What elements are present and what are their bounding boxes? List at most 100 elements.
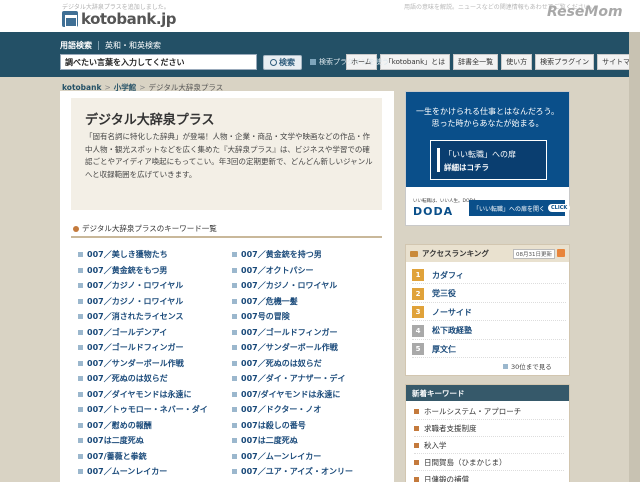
keyword-link[interactable]: 007／黄金銃を持つ男 — [232, 247, 384, 263]
keyword-label: 007／サンダーボール作戦 — [87, 358, 184, 368]
keyword-link[interactable]: 007／ユア・アイズ・オンリー — [232, 464, 384, 480]
keyword-link[interactable]: 007／オクトパシー — [232, 263, 384, 279]
keyword-link[interactable]: 007/薔薇と拳銃 — [78, 449, 232, 465]
ranking-item[interactable]: 3 ノーサイド — [412, 304, 566, 321]
rank-number-badge: 4 — [412, 324, 424, 337]
ranking-item[interactable]: 1 カダフィ — [412, 267, 566, 284]
arrow-icon — [232, 360, 237, 366]
arrow-icon — [232, 329, 237, 335]
keyword-link[interactable]: 007／ダイ・アナザー・デイ — [232, 371, 384, 387]
keyword-link[interactable]: 007／カジノ・ロワイヤル — [78, 294, 232, 310]
keyword-link[interactable]: 007／死ぬのは奴らだ — [232, 356, 384, 372]
arrow-icon — [232, 438, 237, 444]
search-plugin-link[interactable]: 検索プラグインを使う — [310, 57, 389, 67]
new-keyword-label: 秋入学 — [424, 440, 447, 450]
keyword-label: 007／カジノ・ロワイヤル — [87, 296, 184, 306]
arrow-icon — [78, 438, 83, 444]
keyword-link[interactable]: 007／ゴールドフィンガー — [232, 325, 384, 341]
search-row: 検索 検索プラグインを使う — [60, 54, 389, 70]
ranking-item-label: ノーサイド — [432, 307, 472, 317]
rank-number-badge: 5 — [412, 343, 424, 355]
ad-cta-detail: 詳細はコチラ — [444, 163, 489, 172]
ranking-item[interactable]: 5 厚文仁 — [412, 341, 566, 358]
ad-open-button[interactable]: 「いい転職」への扉を開く CLICK — [469, 200, 571, 216]
search-button[interactable]: 検索 — [263, 54, 302, 70]
keyword-label: 007／ムーンレイカー — [87, 467, 168, 477]
keyword-label: 007号の冒険 — [241, 312, 290, 322]
keyword-link[interactable]: 007／慰めの報酬 — [78, 418, 232, 434]
ad-open-button-label: 「いい転職」への扉を開く — [473, 205, 546, 213]
new-keyword-label: 日間賀島（ひまかじま） — [424, 457, 507, 467]
nav-link-about[interactable]: 「kotobank」とは — [379, 54, 451, 70]
rank-number-badge: 1 — [412, 269, 424, 281]
keyword-list: 007／美しき獲物たち 007／黄金銃を持つ男 007／黄金銃をもつ男 007／オクト… — [78, 247, 384, 482]
intro-box: デジタル大辞泉プラス 「固有名詞に特化した辞典」が登場！人物・企業・商品・文学や… — [71, 98, 382, 210]
new-keyword-item[interactable]: 求職者支援制度 — [414, 420, 564, 437]
ranking-title: アクセスランキング — [422, 249, 489, 258]
keyword-label: 007／カジノ・ロワイヤル — [87, 281, 184, 291]
keyword-link[interactable]: 007は二度死ぬ — [78, 433, 232, 449]
arrow-icon — [78, 469, 83, 475]
rank-number-badge: 2 — [412, 287, 424, 300]
keyword-link[interactable]: 007／消されたライセンス — [78, 309, 232, 325]
keyword-link[interactable]: 007／カジノ・ロワイヤル — [232, 278, 384, 294]
arrow-icon — [78, 391, 83, 397]
tab-term-search[interactable]: 用語検索 — [60, 40, 92, 51]
keyword-link[interactable]: 007／ドクター・ノオ — [232, 402, 384, 418]
ranking-item[interactable]: 4 松下政経塾 — [412, 323, 566, 340]
keyword-link[interactable]: 007/ダイヤモンドは永遠に — [232, 387, 384, 403]
keyword-link[interactable]: 007／ゴールデンアイ — [78, 325, 232, 341]
keyword-link[interactable]: 007は殺しの番号 — [232, 418, 384, 434]
ranking-item[interactable]: 2 党三役 — [412, 286, 566, 303]
keyword-link[interactable]: 007／美しき獲物たち — [78, 247, 232, 263]
keyword-link[interactable]: 007号の冒険 — [232, 309, 384, 325]
keyword-link[interactable]: 007／危機一髪 — [232, 294, 384, 310]
keyword-link[interactable]: 007／ムーンレイカー — [78, 464, 232, 480]
arrow-icon — [232, 345, 237, 351]
arrow-icon — [232, 252, 237, 258]
new-keyword-item[interactable]: ホールシステム・アプローチ — [414, 403, 564, 420]
new-keyword-item[interactable]: 日間賀島（ひまかじま） — [414, 454, 564, 471]
keyword-link[interactable]: 007／サンダーボール作戦 — [232, 340, 384, 356]
ad-cta-box[interactable]: 「いい転職」への扉 詳細はコチラ — [430, 140, 547, 180]
scrollbar[interactable] — [629, 32, 640, 482]
keyword-link[interactable]: 007／ゴールドフィンガー — [78, 340, 232, 356]
tab-dictionary-search[interactable]: 英和・和英検索 — [105, 40, 161, 51]
keyword-label: 007／消されたライセンス — [87, 312, 184, 322]
keyword-label: 007/ダイヤモンドは永遠に — [241, 389, 341, 399]
ad-brand: DODA — [413, 205, 454, 218]
rank-number-badge: 3 — [412, 306, 424, 318]
keyword-link[interactable]: 007／カジノ・ロワイヤル — [78, 278, 232, 294]
ranking-more-link[interactable]: 30位まで見る — [503, 361, 552, 371]
keyword-link[interactable]: 007／死ぬのは奴らだ — [78, 371, 232, 387]
arrow-icon — [78, 267, 83, 273]
nav-link-plugin[interactable]: 検索プラグイン — [535, 54, 595, 70]
page-title: デジタル大辞泉プラス — [85, 113, 215, 128]
divider — [71, 236, 382, 238]
nav-link-dictionaries[interactable]: 辞書全一覧 — [453, 54, 499, 70]
nav-link-howto[interactable]: 使い方 — [501, 54, 533, 70]
keyword-link[interactable]: 007／黄金銃をもつ男 — [78, 263, 232, 279]
keyword-link[interactable]: 007／ダイヤモンドは永遠に — [78, 387, 232, 403]
keyword-link[interactable]: 007／サンダーボール作戦 — [78, 356, 232, 372]
new-keyword-item[interactable]: 日傭鍛の補償 — [414, 471, 564, 482]
ranking-item-label: 党三役 — [432, 289, 456, 298]
keyword-link[interactable]: 007／ムーンレイカー — [232, 449, 384, 465]
arrow-icon — [232, 469, 237, 475]
ad-banner[interactable]: 一生をかけられる仕事とはなんだろう。 思った時からあなたが始まる。 「いい転職」… — [405, 91, 571, 226]
keyword-link[interactable]: 007は二度死ぬ — [232, 433, 384, 449]
search-input[interactable] — [60, 54, 257, 70]
site-logo[interactable]: kotobank.jp — [62, 10, 176, 28]
keyword-label: 007／黄金銃をもつ男 — [87, 265, 168, 275]
keyword-list-heading-label: デジタル大辞泉プラスのキーワード一覧 — [82, 224, 217, 233]
access-ranking: アクセスランキング 08月31日更新 1 カダフィ 2 党三役 3 ノーサイド 4 松下政経塾… — [405, 244, 570, 376]
keyword-label: 007／死ぬのは奴らだ — [87, 374, 168, 384]
rss-icon[interactable] — [557, 249, 565, 257]
ranking-date-badge: 08月31日更新 — [513, 249, 555, 259]
keyword-label: 007／ゴールドフィンガー — [87, 343, 184, 353]
new-keyword-item[interactable]: 秋入学 — [414, 437, 564, 454]
keyword-link[interactable]: 007／トゥモロー・ネバー・ダイ — [78, 402, 232, 418]
ad-copy: 一生をかけられる仕事とはなんだろう。 思った時からあなたが始まる。 — [406, 106, 569, 130]
arrow-icon — [232, 391, 237, 397]
search-tabs: 用語検索 英和・和英検索 — [60, 40, 161, 51]
